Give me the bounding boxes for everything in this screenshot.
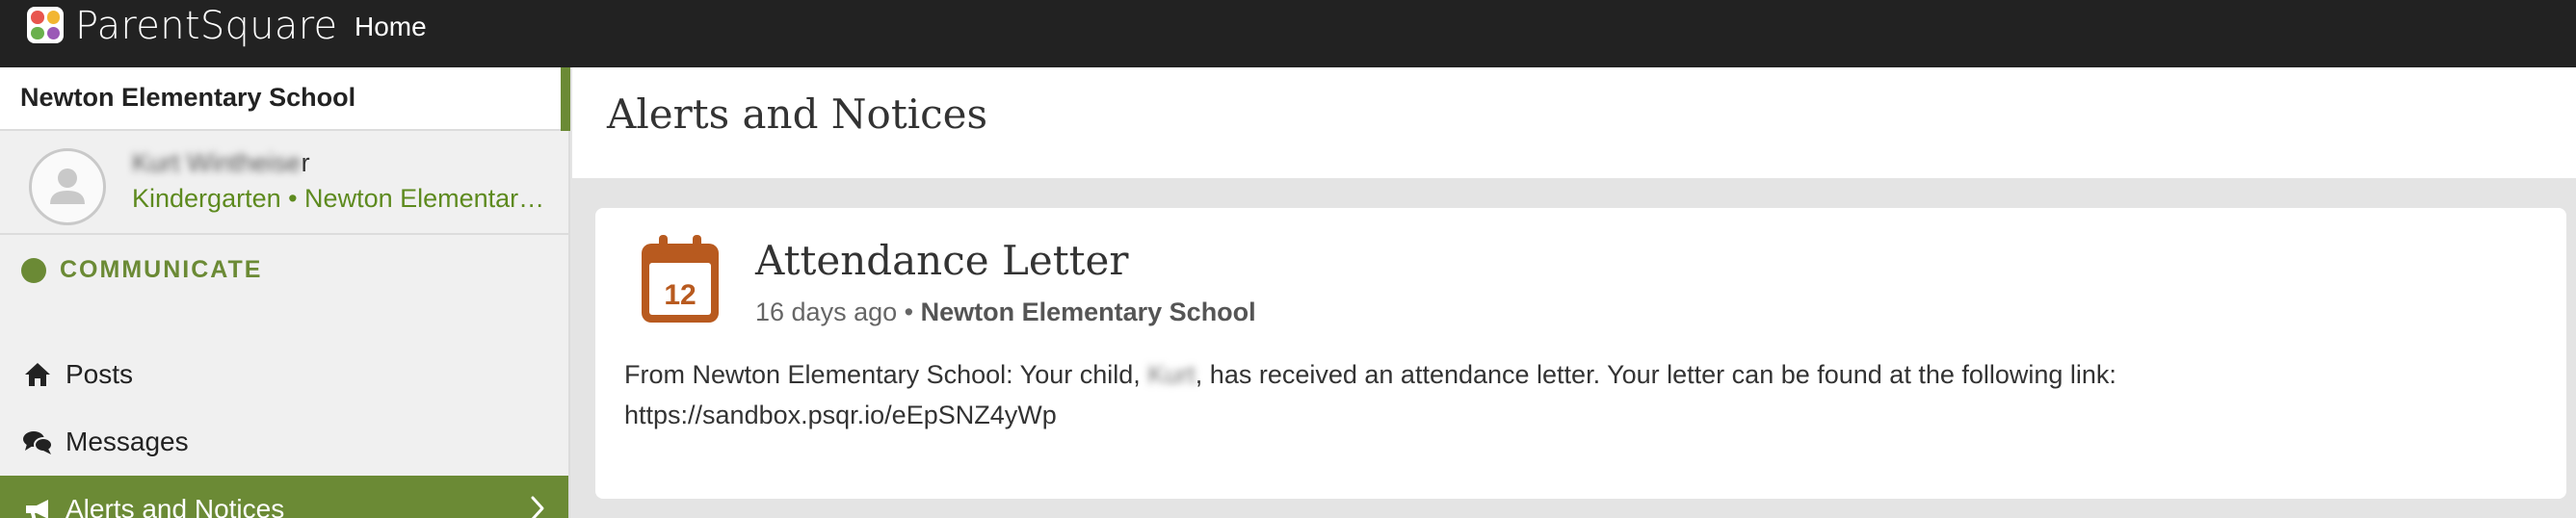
top-navigation-bar: ParentSquare Home: [0, 0, 2576, 67]
alert-child-name-blurred: Kurt: [1147, 360, 1196, 389]
student-class-school: Kindergarten • Newton Elementary School: [132, 184, 556, 213]
student-name: Kurt Wintheiser: [132, 148, 310, 178]
student-name-suffix: r: [301, 148, 310, 177]
calendar-icon: 12: [640, 234, 721, 325]
calendar-day: 12: [664, 279, 696, 311]
sidebar-item-label: Posts: [66, 359, 134, 389]
sidebar-item-messages[interactable]: Messages: [0, 408, 568, 476]
student-profile[interactable]: Kurt Wintheiser Kindergarten • Newton El…: [0, 133, 568, 235]
sidebar-item-alerts-and-notices[interactable]: Alerts and Notices: [0, 476, 568, 518]
school-header-accent: [561, 67, 570, 131]
student-name-blurred: Kurt Wintheise: [132, 148, 302, 177]
megaphone-icon: [21, 493, 54, 518]
alert-meta: 16 days ago • Newton Elementary School: [755, 298, 1256, 327]
section-label: COMMUNICATE: [60, 256, 263, 283]
sidebar: Newton Elementary School Kurt Wintheiser…: [0, 67, 570, 518]
avatar-icon: [29, 148, 106, 225]
home-icon: [21, 358, 54, 391]
school-header[interactable]: Newton Elementary School: [0, 67, 570, 131]
chat-bubbles-icon: [21, 426, 54, 458]
alert-card[interactable]: 12 Attendance Letter 16 days ago • Newto…: [595, 208, 2566, 499]
alert-school: Newton Elementary School: [920, 298, 1256, 326]
sidebar-item-posts[interactable]: Posts: [0, 341, 568, 408]
alert-time: 16 days ago: [755, 298, 898, 326]
section-dot-icon: [21, 257, 46, 283]
sidebar-item-label: Messages: [66, 427, 189, 456]
chevron-right-icon: [530, 495, 545, 518]
school-name: Newton Elementary School: [20, 83, 356, 112]
parentsquare-logo-icon[interactable]: [27, 7, 64, 43]
alert-body-text: From Newton Elementary School: Your chil…: [624, 360, 1148, 389]
meta-separator: •: [897, 298, 921, 326]
alert-title[interactable]: Attendance Letter: [755, 237, 1128, 284]
alert-body: From Newton Elementary School: Your chil…: [624, 354, 2541, 435]
sidebar-item-label: Alerts and Notices: [66, 494, 285, 518]
brand-name[interactable]: ParentSquare: [75, 4, 337, 48]
page-title: Alerts and Notices: [607, 91, 988, 138]
nav-home-link[interactable]: Home: [355, 12, 427, 42]
alert-link[interactable]: https://sandbox.psqr.io/eEpSNZ4yWp: [624, 401, 1057, 429]
communicate-section-header: COMMUNICATE: [21, 256, 262, 284]
main-header: Alerts and Notices: [572, 67, 2576, 178]
alert-body-text: , has received an attendance letter. You…: [1195, 360, 2116, 389]
